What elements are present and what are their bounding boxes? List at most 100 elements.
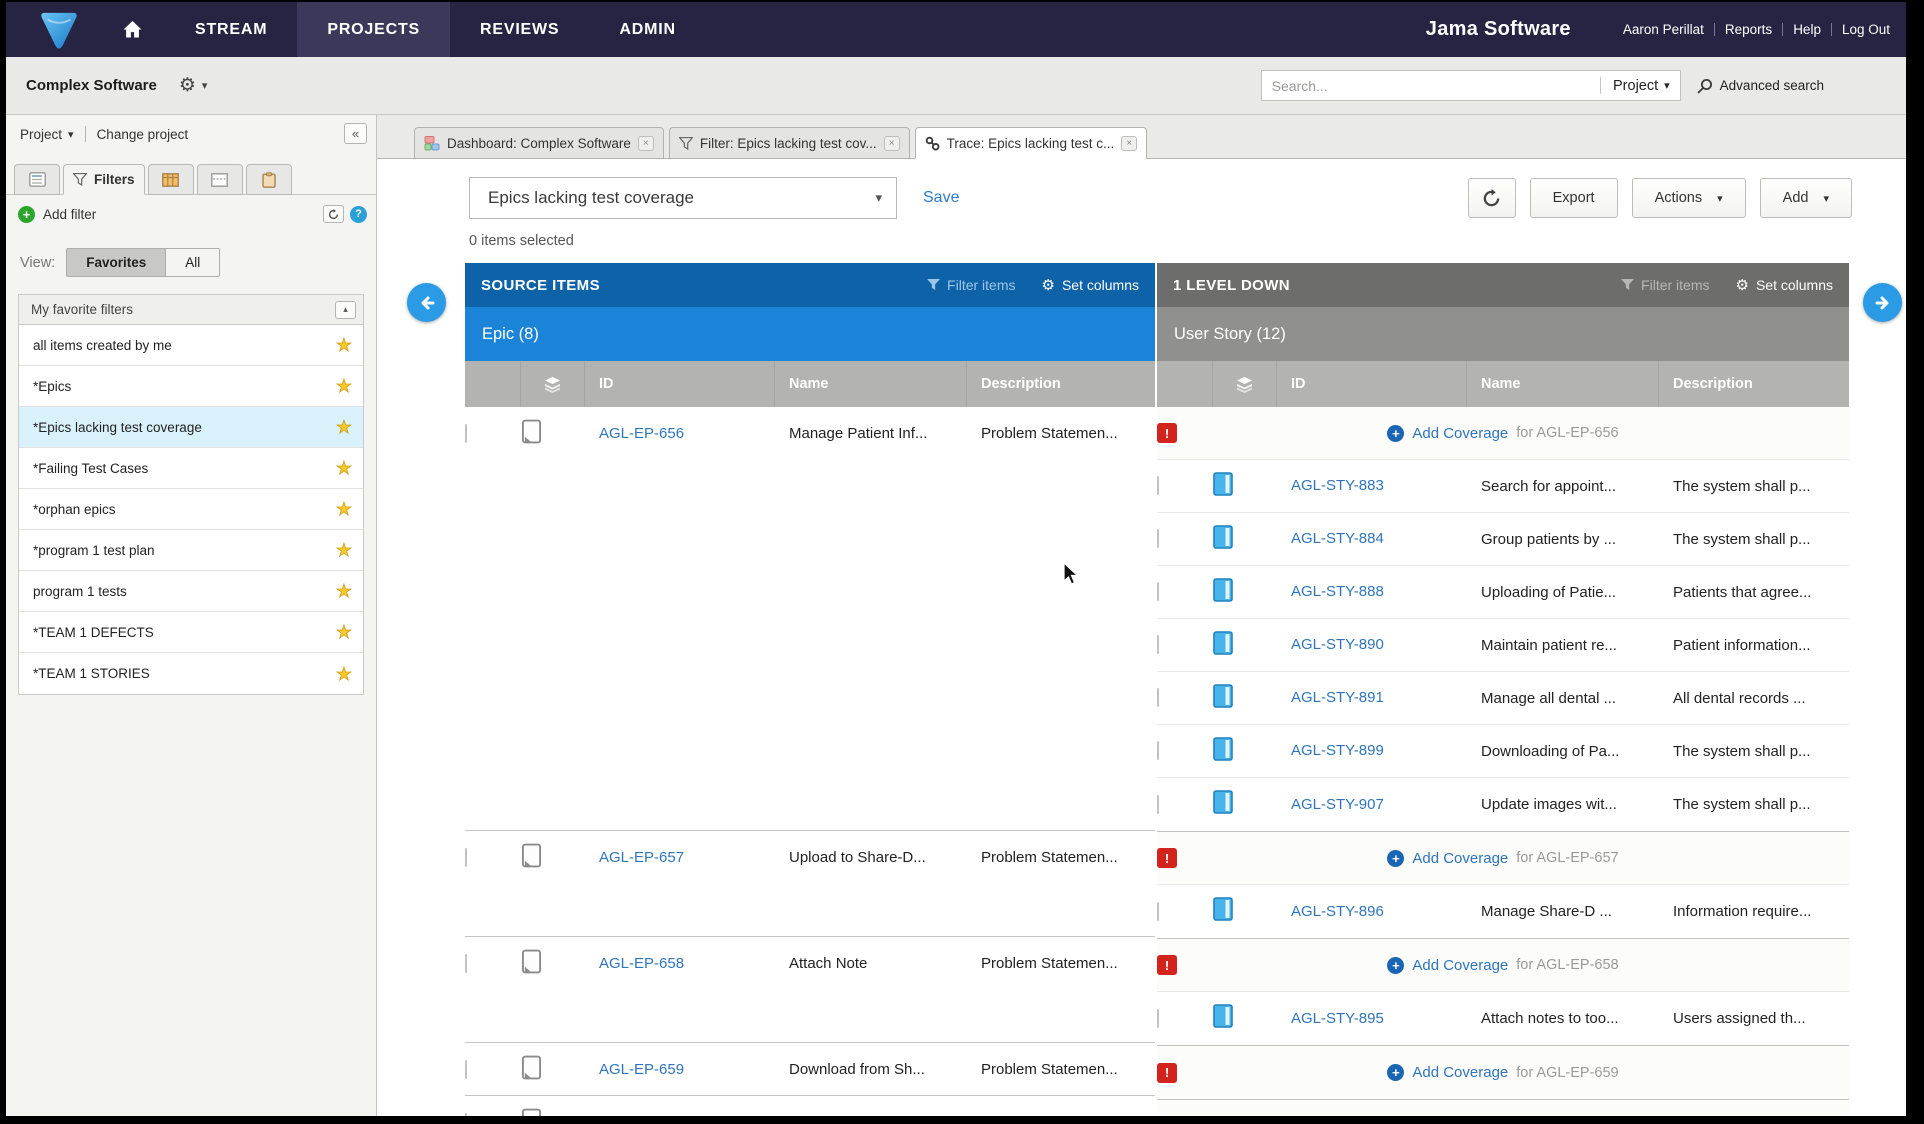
table-row[interactable]: AGL-STY-883 Search for appoint... The sy… [1157, 460, 1849, 513]
name-column-header[interactable]: Name [1467, 361, 1659, 407]
filter-item[interactable]: *Failing Test Cases★ [19, 448, 363, 489]
id-column-header[interactable]: ID [1277, 361, 1467, 407]
nav-item-stream[interactable]: STREAM [165, 2, 297, 57]
item-id-link[interactable]: AGL-STY-891 [1291, 689, 1384, 706]
actions-button[interactable]: Actions ▾ [1632, 178, 1746, 218]
item-id-link[interactable]: AGL-EP-658 [599, 955, 684, 972]
add-button[interactable]: Add ▾ [1760, 178, 1852, 218]
table-row[interactable]: AGL-EP-661 Schedule Patient Problem Stat… [465, 1096, 1155, 1116]
row-checkbox[interactable] [1157, 1009, 1159, 1028]
trace-filter-dropdown[interactable]: Epics lacking test coverage ▾ [469, 177, 897, 219]
description-column-header[interactable]: Description [967, 361, 1155, 407]
filter-items-button[interactable]: Filter items [927, 277, 1015, 293]
table-row[interactable]: AGL-EP-656 Manage Patient Inf... Problem… [465, 407, 1155, 831]
scroll-right-button[interactable] [1863, 283, 1902, 322]
advanced-search-link[interactable]: Advanced search [1697, 78, 1824, 94]
item-id-link[interactable]: AGL-STY-883 [1291, 477, 1384, 494]
row-checkbox[interactable] [1157, 582, 1159, 601]
row-checkbox[interactable] [1157, 476, 1159, 495]
collapse-sidebar-button[interactable]: « [344, 123, 367, 144]
row-checkbox[interactable] [1157, 688, 1159, 707]
logout-link[interactable]: Log Out [1842, 22, 1890, 37]
tab-explorer[interactable] [14, 164, 60, 195]
favorite-star-icon[interactable]: ★ [336, 582, 352, 600]
table-row[interactable]: AGL-STY-907 Update images wit... The sys… [1157, 778, 1849, 831]
sync-filters-icon[interactable] [323, 205, 344, 223]
favorite-star-icon[interactable]: ★ [336, 500, 352, 518]
item-id-link[interactable]: AGL-EP-656 [599, 425, 684, 442]
add-coverage-link[interactable]: +Add Coverage [1387, 1064, 1508, 1081]
favorite-star-icon[interactable]: ★ [336, 459, 352, 477]
close-icon[interactable]: × [1121, 136, 1137, 151]
filter-item[interactable]: *orphan epics★ [19, 489, 363, 530]
add-filter-button[interactable]: Add filter [43, 207, 96, 222]
user-name-link[interactable]: Aaron Perillat [1623, 22, 1704, 37]
name-column-header[interactable]: Name [775, 361, 967, 407]
item-type-column-header[interactable] [1213, 361, 1277, 407]
add-coverage-link[interactable]: +Add Coverage [1387, 850, 1508, 867]
table-row[interactable]: AGL-STY-888 Uploading of Patie... Patien… [1157, 566, 1849, 619]
search-input[interactable] [1272, 78, 1588, 94]
item-id-link[interactable]: AGL-STY-895 [1291, 1010, 1384, 1027]
row-checkbox[interactable] [1157, 902, 1159, 921]
collapse-favorites-button[interactable]: ▴ [335, 301, 356, 319]
filter-item[interactable]: *program 1 test plan★ [19, 530, 363, 571]
row-checkbox[interactable] [465, 848, 467, 867]
nav-item-reviews[interactable]: REVIEWS [450, 2, 589, 57]
add-coverage-link[interactable]: +Add Coverage [1387, 957, 1508, 974]
close-icon[interactable]: × [638, 136, 654, 151]
help-link[interactable]: Help [1793, 22, 1821, 37]
row-checkbox[interactable] [1157, 635, 1159, 654]
item-id-link[interactable]: AGL-EP-659 [599, 1061, 684, 1078]
favorite-star-icon[interactable]: ★ [336, 418, 352, 436]
table-row[interactable]: AGL-EP-657 Upload to Share-D... Problem … [465, 831, 1155, 937]
filter-item[interactable]: program 1 tests★ [19, 571, 363, 612]
close-icon[interactable]: × [884, 136, 900, 151]
project-settings-button[interactable]: ⚙▾ [179, 76, 208, 95]
table-row[interactable]: AGL-STY-884 Group patients by ... The sy… [1157, 513, 1849, 566]
filter-item-selected[interactable]: *Epics lacking test coverage★ [19, 407, 363, 448]
row-checkbox[interactable] [1157, 529, 1159, 548]
add-coverage-link[interactable]: +Add Coverage [1387, 425, 1508, 442]
id-column-header[interactable]: ID [585, 361, 775, 407]
favorite-star-icon[interactable]: ★ [336, 541, 352, 559]
item-id-link[interactable]: AGL-EP-657 [599, 849, 684, 866]
row-checkbox[interactable] [465, 1060, 467, 1079]
view-favorites-button[interactable]: Favorites [67, 249, 165, 276]
item-id-link[interactable]: AGL-STY-907 [1291, 796, 1384, 813]
tab-table[interactable] [148, 164, 194, 195]
favorite-star-icon[interactable]: ★ [336, 336, 352, 354]
change-project-link[interactable]: Change project [97, 127, 189, 142]
refresh-button[interactable] [1468, 178, 1516, 218]
row-checkbox[interactable] [465, 954, 467, 973]
table-row[interactable]: AGL-STY-895 Attach notes to too... Users… [1157, 992, 1849, 1045]
description-column-header[interactable]: Description [1659, 361, 1849, 407]
nav-item-admin[interactable]: ADMIN [589, 2, 705, 57]
item-id-link[interactable]: AGL-STY-896 [1291, 903, 1384, 920]
table-row[interactable]: AGL-STY-890 Maintain patient re... Patie… [1157, 619, 1849, 672]
item-id-link[interactable]: AGL-STY-884 [1291, 530, 1384, 547]
table-row[interactable]: AGL-STY-891 Manage all dental ... All de… [1157, 672, 1849, 725]
nav-item-projects[interactable]: PROJECTS [297, 2, 450, 57]
item-id-link[interactable]: AGL-STY-890 [1291, 636, 1384, 653]
item-id-link[interactable]: AGL-EP-661 [599, 1114, 684, 1117]
favorite-star-icon[interactable]: ★ [336, 665, 352, 683]
row-checkbox[interactable] [465, 424, 467, 443]
filter-item[interactable]: *Epics★ [19, 366, 363, 407]
table-row[interactable]: AGL-EP-659 Download from Sh... Problem S… [465, 1043, 1155, 1096]
item-id-link[interactable]: AGL-STY-899 [1291, 742, 1384, 759]
filter-items-button[interactable]: Filter items [1621, 277, 1709, 293]
tab-filter[interactable]: Filter: Epics lacking test cov... × [669, 127, 910, 159]
table-row[interactable]: AGL-STY-896 Manage Share-D ... Informati… [1157, 885, 1849, 938]
tab-dashboard[interactable]: Dashboard: Complex Software × [414, 127, 664, 159]
tab-baselines[interactable] [197, 164, 243, 195]
item-type-column-header[interactable] [521, 361, 585, 407]
scroll-left-button[interactable] [407, 283, 446, 322]
row-checkbox[interactable] [1157, 795, 1159, 814]
table-row[interactable]: AGL-EP-658 Attach Note Problem Statemen.… [465, 937, 1155, 1043]
favorite-star-icon[interactable]: ★ [336, 377, 352, 395]
table-row[interactable]: AGL-STY-899 Downloading of Pa... The sys… [1157, 725, 1849, 778]
tab-trace[interactable]: Trace: Epics lacking test c... × [915, 127, 1148, 159]
tab-filters[interactable]: Filters [63, 164, 145, 195]
reports-link[interactable]: Reports [1725, 22, 1772, 37]
